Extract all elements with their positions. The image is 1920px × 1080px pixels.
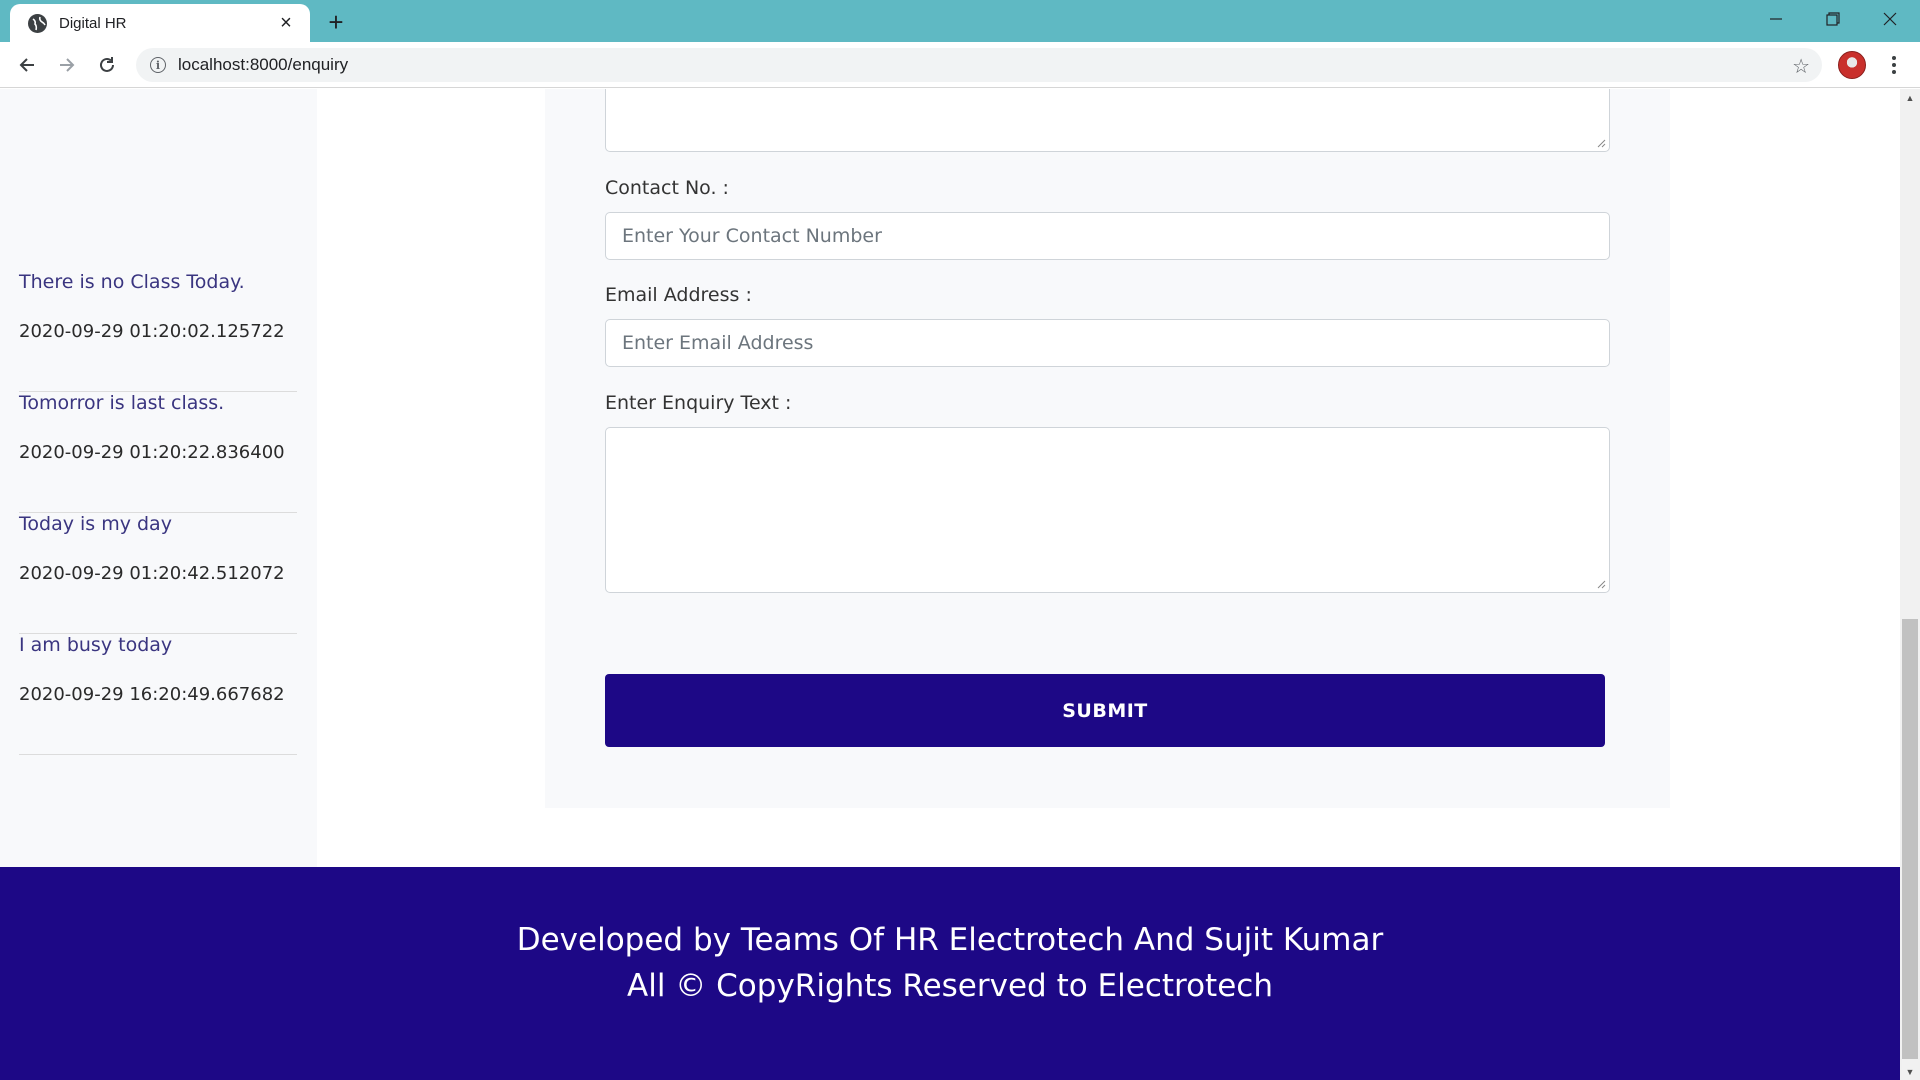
notice-date: 2020-09-29 16:20:49.667682 — [19, 684, 285, 705]
url-text: localhost:8000/enquiry — [178, 55, 349, 74]
submit-button[interactable]: SUBMIT — [605, 674, 1605, 747]
contact-label: Contact No. : — [605, 177, 729, 199]
list-item: Today is my day 2020-09-29 01:20:42.5120… — [19, 513, 297, 634]
restore-icon[interactable] — [1805, 0, 1861, 38]
enquiry-form: Contact No. : Email Address : Enter Enqu… — [545, 89, 1670, 808]
reload-icon[interactable] — [91, 49, 123, 81]
page-footer: Developed by Teams Of HR Electrotech And… — [0, 867, 1900, 1080]
star-icon[interactable]: ☆ — [1792, 54, 1810, 79]
notice-title[interactable]: Today is my day — [19, 513, 172, 535]
notice-title[interactable]: Tomorror is last class. — [19, 392, 224, 414]
address-textarea[interactable] — [605, 89, 1610, 152]
footer-copyright: All © CopyRights Reserved to Electrotech — [627, 968, 1273, 1004]
tab-title: Digital HR — [59, 14, 127, 32]
browser-tab[interactable]: Digital HR × — [10, 4, 310, 42]
email-field[interactable] — [605, 319, 1610, 367]
email-label: Email Address : — [605, 284, 752, 306]
plus-icon[interactable]: + — [322, 7, 350, 37]
menu-icon[interactable] — [1882, 51, 1906, 79]
globe-icon — [28, 13, 47, 33]
page-scrollbar[interactable]: ▲ ▼ — [1900, 89, 1920, 1080]
info-icon[interactable]: i — [150, 57, 166, 73]
notice-date: 2020-09-29 01:20:42.512072 — [19, 563, 285, 584]
list-item: Tomorror is last class. 2020-09-29 01:20… — [19, 392, 297, 513]
browser-titlebar: Digital HR × + — [0, 0, 1920, 42]
address-bar[interactable]: i localhost:8000/enquiry ☆ — [136, 48, 1822, 82]
browser-toolbar: i localhost:8000/enquiry ☆ — [0, 42, 1920, 88]
minimize-icon[interactable] — [1748, 0, 1804, 38]
window-close-icon[interactable] — [1862, 0, 1918, 38]
contact-field[interactable] — [605, 212, 1610, 260]
avatar[interactable] — [1838, 51, 1866, 79]
notice-date: 2020-09-29 01:20:02.125722 — [19, 321, 285, 342]
forward-icon[interactable] — [51, 49, 83, 81]
list-item: I am busy today 2020-09-29 16:20:49.6676… — [19, 634, 297, 755]
footer-credits: Developed by Teams Of HR Electrotech And… — [516, 922, 1384, 958]
notice-sidebar: There is no Class Today. 2020-09-29 01:2… — [0, 89, 317, 867]
list-item: There is no Class Today. 2020-09-29 01:2… — [19, 271, 297, 392]
scroll-up-icon[interactable]: ▲ — [1900, 89, 1920, 106]
back-icon[interactable] — [11, 49, 43, 81]
scroll-down-icon[interactable]: ▼ — [1900, 1063, 1920, 1080]
notice-title[interactable]: There is no Class Today. — [19, 271, 245, 293]
notice-title[interactable]: I am busy today — [19, 634, 172, 656]
close-icon[interactable]: × — [276, 12, 296, 34]
enquiry-textarea[interactable] — [605, 427, 1610, 593]
page-viewport: There is no Class Today. 2020-09-29 01:2… — [0, 89, 1900, 1080]
resize-grip-icon[interactable] — [1596, 579, 1606, 589]
scroll-thumb[interactable] — [1902, 619, 1918, 1059]
enquiry-label: Enter Enquiry Text : — [605, 392, 792, 414]
resize-grip-icon[interactable] — [1596, 138, 1606, 148]
notice-date: 2020-09-29 01:20:22.836400 — [19, 442, 285, 463]
